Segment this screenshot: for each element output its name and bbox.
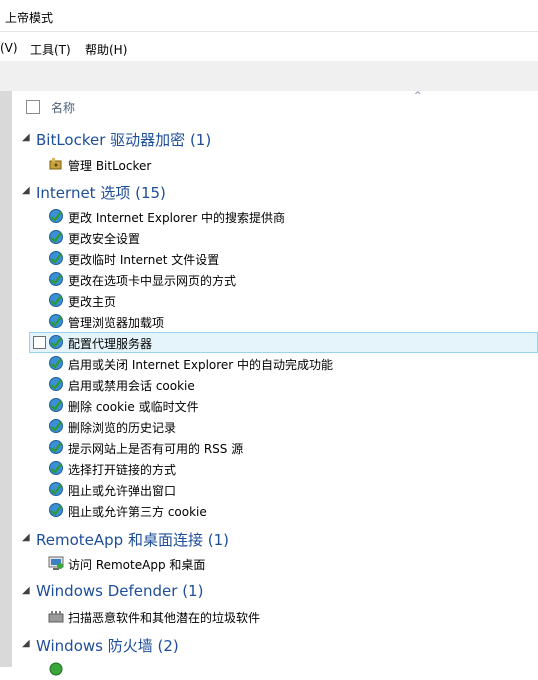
- list-item[interactable]: 选择打开链接的方式: [12, 458, 538, 479]
- collapse-arrow-icon[interactable]: ◢: [22, 532, 30, 543]
- list-item[interactable]: 更改主页: [12, 290, 538, 311]
- remote-desktop-icon: [48, 555, 64, 571]
- list-item[interactable]: 阻止或允许第三方 cookie: [12, 500, 538, 521]
- collapse-arrow-icon[interactable]: ◢: [22, 585, 30, 596]
- group-title: Windows Defender (1): [36, 582, 204, 600]
- internet-options-icon: [48, 334, 64, 350]
- item-list: ◢ BitLocker 驱动器加密 (1) 管理 BitLocker ◢ Int…: [12, 121, 538, 676]
- internet-options-icon: [48, 376, 64, 392]
- internet-options-icon: [48, 397, 64, 413]
- collapse-arrow-icon[interactable]: ◢: [22, 132, 30, 143]
- navigation-pane-edge: [0, 91, 12, 667]
- internet-options-icon: [48, 439, 64, 455]
- menu-bar: (V) 工具(T) 帮助(H): [0, 37, 538, 61]
- list-item[interactable]: 提示网站上是否有可用的 RSS 源: [12, 437, 538, 458]
- firewall-icon: [48, 661, 64, 677]
- group-title: Internet 选项 (15): [36, 184, 166, 202]
- menu-view[interactable]: (V): [0, 41, 18, 55]
- collapse-arrow-icon[interactable]: ◢: [22, 185, 30, 196]
- group-header-windows-firewall[interactable]: ◢ Windows 防火墙 (2): [12, 634, 538, 658]
- internet-options-icon: [48, 355, 64, 371]
- list-item[interactable]: 管理浏览器加载项: [12, 311, 538, 332]
- internet-options-icon: [48, 229, 64, 245]
- menu-tools[interactable]: 工具(T): [30, 41, 71, 58]
- group-title: RemoteApp 和桌面连接 (1): [36, 531, 229, 549]
- list-item[interactable]: 更改 Internet Explorer 中的搜索提供商: [12, 206, 538, 227]
- menu-help[interactable]: 帮助(H): [85, 41, 127, 58]
- group-title: Windows 防火墙 (2): [36, 637, 179, 655]
- item-checkbox[interactable]: [33, 336, 46, 349]
- title-bar: 上帝模式: [0, 0, 538, 32]
- group-header-internet-options[interactable]: ◢ Internet 选项 (15): [12, 181, 538, 205]
- list-item[interactable]: 删除浏览的历史记录: [12, 416, 538, 437]
- windows-defender-icon: [48, 608, 64, 624]
- window-title: 上帝模式: [5, 11, 54, 25]
- list-item[interactable]: 更改在选项卡中显示网页的方式: [12, 269, 538, 290]
- group-title: BitLocker 驱动器加密 (1): [36, 131, 212, 149]
- list-item[interactable]: 阻止或允许弹出窗口: [12, 479, 538, 500]
- internet-options-icon: [48, 502, 64, 518]
- internet-options-icon: [48, 292, 64, 308]
- list-item[interactable]: 更改临时 Internet 文件设置: [12, 248, 538, 269]
- toolbar: [0, 61, 538, 91]
- group-header-remoteapp[interactable]: ◢ RemoteApp 和桌面连接 (1): [12, 528, 538, 552]
- group-header-windows-defender[interactable]: ◢ Windows Defender (1): [12, 581, 538, 605]
- list-item[interactable]: 扫描恶意软件和其他潜在的垃圾软件: [12, 606, 538, 627]
- internet-options-icon: [48, 481, 64, 497]
- list-item[interactable]: 更改安全设置: [12, 227, 538, 248]
- name-column-header[interactable]: 名称: [51, 99, 75, 116]
- internet-options-icon: [48, 208, 64, 224]
- select-all-checkbox[interactable]: [26, 100, 40, 114]
- column-header: ^ 名称: [12, 91, 538, 121]
- bitlocker-key-icon: [48, 156, 64, 172]
- list-item[interactable]: [12, 659, 538, 680]
- group-header-bitlocker[interactable]: ◢ BitLocker 驱动器加密 (1): [12, 128, 538, 152]
- list-item-selected[interactable]: 配置代理服务器: [29, 332, 538, 353]
- list-item[interactable]: 启用或关闭 Internet Explorer 中的自动完成功能: [12, 353, 538, 374]
- internet-options-icon: [48, 313, 64, 329]
- internet-options-icon: [48, 250, 64, 266]
- sort-ascending-icon: ^: [414, 91, 422, 101]
- list-item[interactable]: 访问 RemoteApp 和桌面: [12, 553, 538, 574]
- internet-options-icon: [48, 418, 64, 434]
- internet-options-icon: [48, 271, 64, 287]
- list-item[interactable]: 启用或禁用会话 cookie: [12, 374, 538, 395]
- list-item[interactable]: 管理 BitLocker: [12, 154, 538, 175]
- internet-options-icon: [48, 460, 64, 476]
- collapse-arrow-icon[interactable]: ◢: [22, 638, 30, 649]
- list-item[interactable]: 删除 cookie 或临时文件: [12, 395, 538, 416]
